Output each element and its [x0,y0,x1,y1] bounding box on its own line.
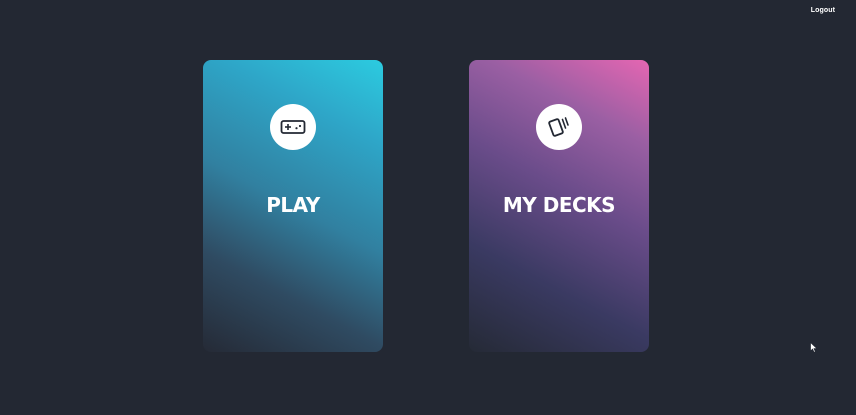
mouse-cursor-icon [810,340,818,358]
logout-link[interactable]: Logout [811,7,835,14]
cards-icon [548,117,569,137]
gamepad-icon-circle [270,104,316,150]
main-menu-page: Logout PLAY MY DECKS [0,0,856,415]
cards-icon-circle [536,104,582,150]
my-decks-card-title: MY DECKS [502,193,616,217]
play-card-title: PLAY [266,193,320,217]
my-decks-card[interactable]: MY DECKS [469,60,649,352]
gamepad-icon [280,120,306,134]
play-card[interactable]: PLAY [203,60,383,352]
